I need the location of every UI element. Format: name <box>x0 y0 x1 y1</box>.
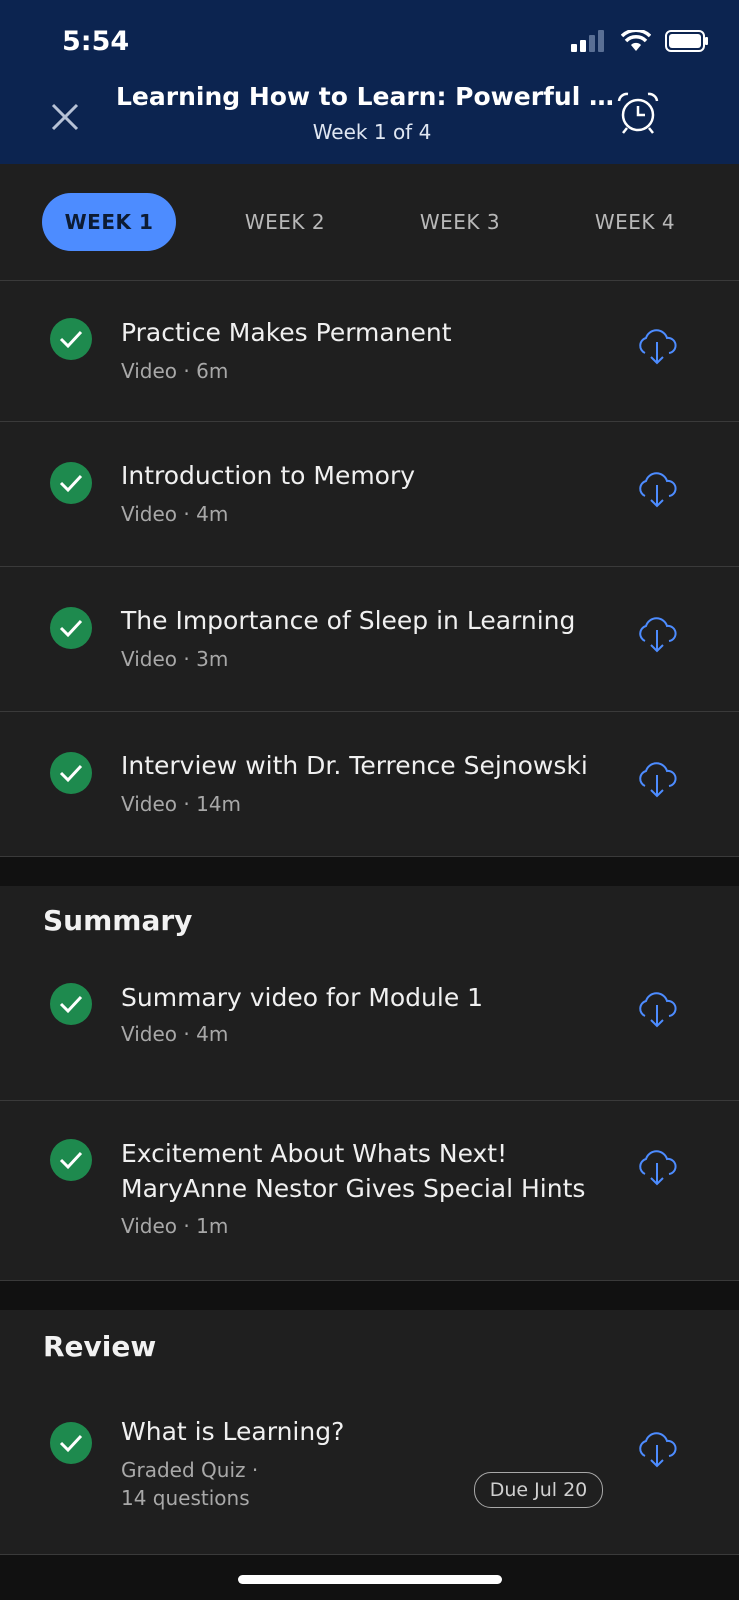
list-item[interactable]: Summary video for Module 1 Video · 4m <box>0 956 739 1101</box>
download-icon[interactable] <box>635 325 679 369</box>
battery-icon <box>665 30 708 52</box>
download-icon[interactable] <box>635 1146 679 1190</box>
item-title: Summary video for Module 1 <box>121 983 484 1012</box>
item-title: What is Learning? <box>121 1417 345 1446</box>
download-icon[interactable] <box>635 758 679 802</box>
list-item[interactable]: Practice Makes Permanent Video · 6m <box>0 281 739 422</box>
week-indicator: Week 1 of 4 <box>312 120 432 144</box>
item-meta: Video · 6m <box>121 359 229 383</box>
download-icon[interactable] <box>635 1428 679 1472</box>
item-meta: Video · 4m <box>121 1022 229 1046</box>
tab-week-2[interactable]: WEEK 2 <box>218 193 352 251</box>
section-heading: Review <box>43 1330 157 1363</box>
alarm-clock-icon[interactable] <box>615 90 661 136</box>
list-item[interactable]: What is Learning? Graded Quiz · 14 quest… <box>0 1382 739 1555</box>
home-indicator <box>238 1575 502 1584</box>
item-title-line-2: MaryAnne Nestor Gives Special Hints <box>121 1174 586 1203</box>
list-item[interactable]: Excitement About Whats Next! MaryAnne Ne… <box>0 1101 739 1281</box>
download-icon[interactable] <box>635 468 679 512</box>
item-meta-line-2: 14 questions <box>121 1486 250 1510</box>
item-title-line-1: Excitement About Whats Next! <box>121 1139 508 1168</box>
item-meta: Video · 3m <box>121 647 229 671</box>
item-title: Interview with Dr. Terrence Sejnowski <box>121 751 588 780</box>
due-date-badge: Due Jul 20 <box>474 1472 603 1508</box>
section-heading: Summary <box>43 904 193 937</box>
course-title: Learning How to Learn: Powerful me... <box>116 82 628 111</box>
status-time: 5:54 <box>62 26 130 57</box>
list-item[interactable]: The Importance of Sleep in Learning Vide… <box>0 567 739 712</box>
week-tabs: WEEK 1 WEEK 2 WEEK 3 WEEK 4 <box>0 164 739 281</box>
review-section: Review What is Learning? Graded Quiz · 1… <box>0 1310 739 1555</box>
wifi-icon <box>621 30 651 51</box>
completed-check-icon <box>50 752 92 794</box>
item-meta: Video · 1m <box>121 1214 229 1238</box>
item-title: Practice Makes Permanent <box>121 318 452 347</box>
completed-check-icon <box>50 983 92 1025</box>
system-icons <box>571 30 709 52</box>
lesson-list: Practice Makes Permanent Video · 6m Intr… <box>0 281 739 857</box>
item-title: Introduction to Memory <box>121 461 416 490</box>
download-icon[interactable] <box>635 988 679 1032</box>
item-title: The Importance of Sleep in Learning <box>121 606 576 635</box>
item-meta-line-1: Graded Quiz · <box>121 1458 259 1482</box>
completed-check-icon <box>50 318 92 360</box>
tab-week-1[interactable]: WEEK 1 <box>42 193 176 251</box>
item-meta: Video · 4m <box>121 502 229 526</box>
summary-section: Summary Summary video for Module 1 Video… <box>0 886 739 1281</box>
item-meta: Video · 14m <box>121 792 242 816</box>
list-item[interactable]: Interview with Dr. Terrence Sejnowski Vi… <box>0 712 739 857</box>
completed-check-icon <box>50 1422 92 1464</box>
tab-week-4[interactable]: WEEK 4 <box>568 193 702 251</box>
close-icon[interactable] <box>46 98 84 136</box>
tab-week-3[interactable]: WEEK 3 <box>393 193 527 251</box>
completed-check-icon <box>50 1139 92 1181</box>
signal-icon <box>571 30 604 52</box>
status-bar: 5:54 <box>0 0 739 80</box>
download-icon[interactable] <box>635 613 679 657</box>
completed-check-icon <box>50 607 92 649</box>
list-item[interactable]: Introduction to Memory Video · 4m <box>0 422 739 567</box>
completed-check-icon <box>50 462 92 504</box>
course-header: Learning How to Learn: Powerful me... We… <box>0 80 739 164</box>
